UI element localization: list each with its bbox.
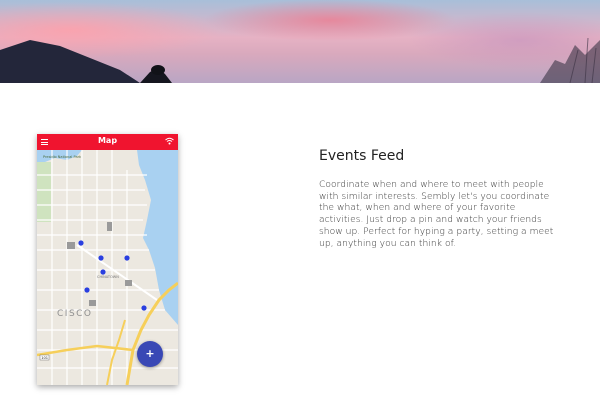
map-pin[interactable] [141, 305, 147, 311]
add-pin-button[interactable]: + [137, 341, 163, 367]
hero-banner [0, 0, 600, 83]
section-title: Events Feed [319, 148, 405, 164]
map-pin[interactable] [78, 240, 84, 246]
app-title: Map [97, 136, 118, 145]
section-description: Coordinate when and where to meet with p… [319, 180, 554, 249]
map-pin[interactable] [84, 287, 90, 293]
map-label-chinatown: CHINATOWN [97, 275, 119, 279]
map-pin[interactable] [98, 255, 104, 261]
map-pin[interactable] [124, 255, 130, 261]
map-label-district: CISCO [57, 309, 93, 319]
app-bar: Map [37, 134, 178, 150]
map-pin[interactable] [100, 269, 106, 275]
wifi-icon [165, 137, 174, 145]
hero-landscape [0, 37, 600, 83]
map-label-park: Presidio National Park [43, 155, 82, 159]
phone-mockup: Map Presidio National Park CISCO CHINATO… [37, 134, 178, 385]
park-area [37, 162, 51, 222]
map-label-highway: 101 [41, 356, 48, 360]
